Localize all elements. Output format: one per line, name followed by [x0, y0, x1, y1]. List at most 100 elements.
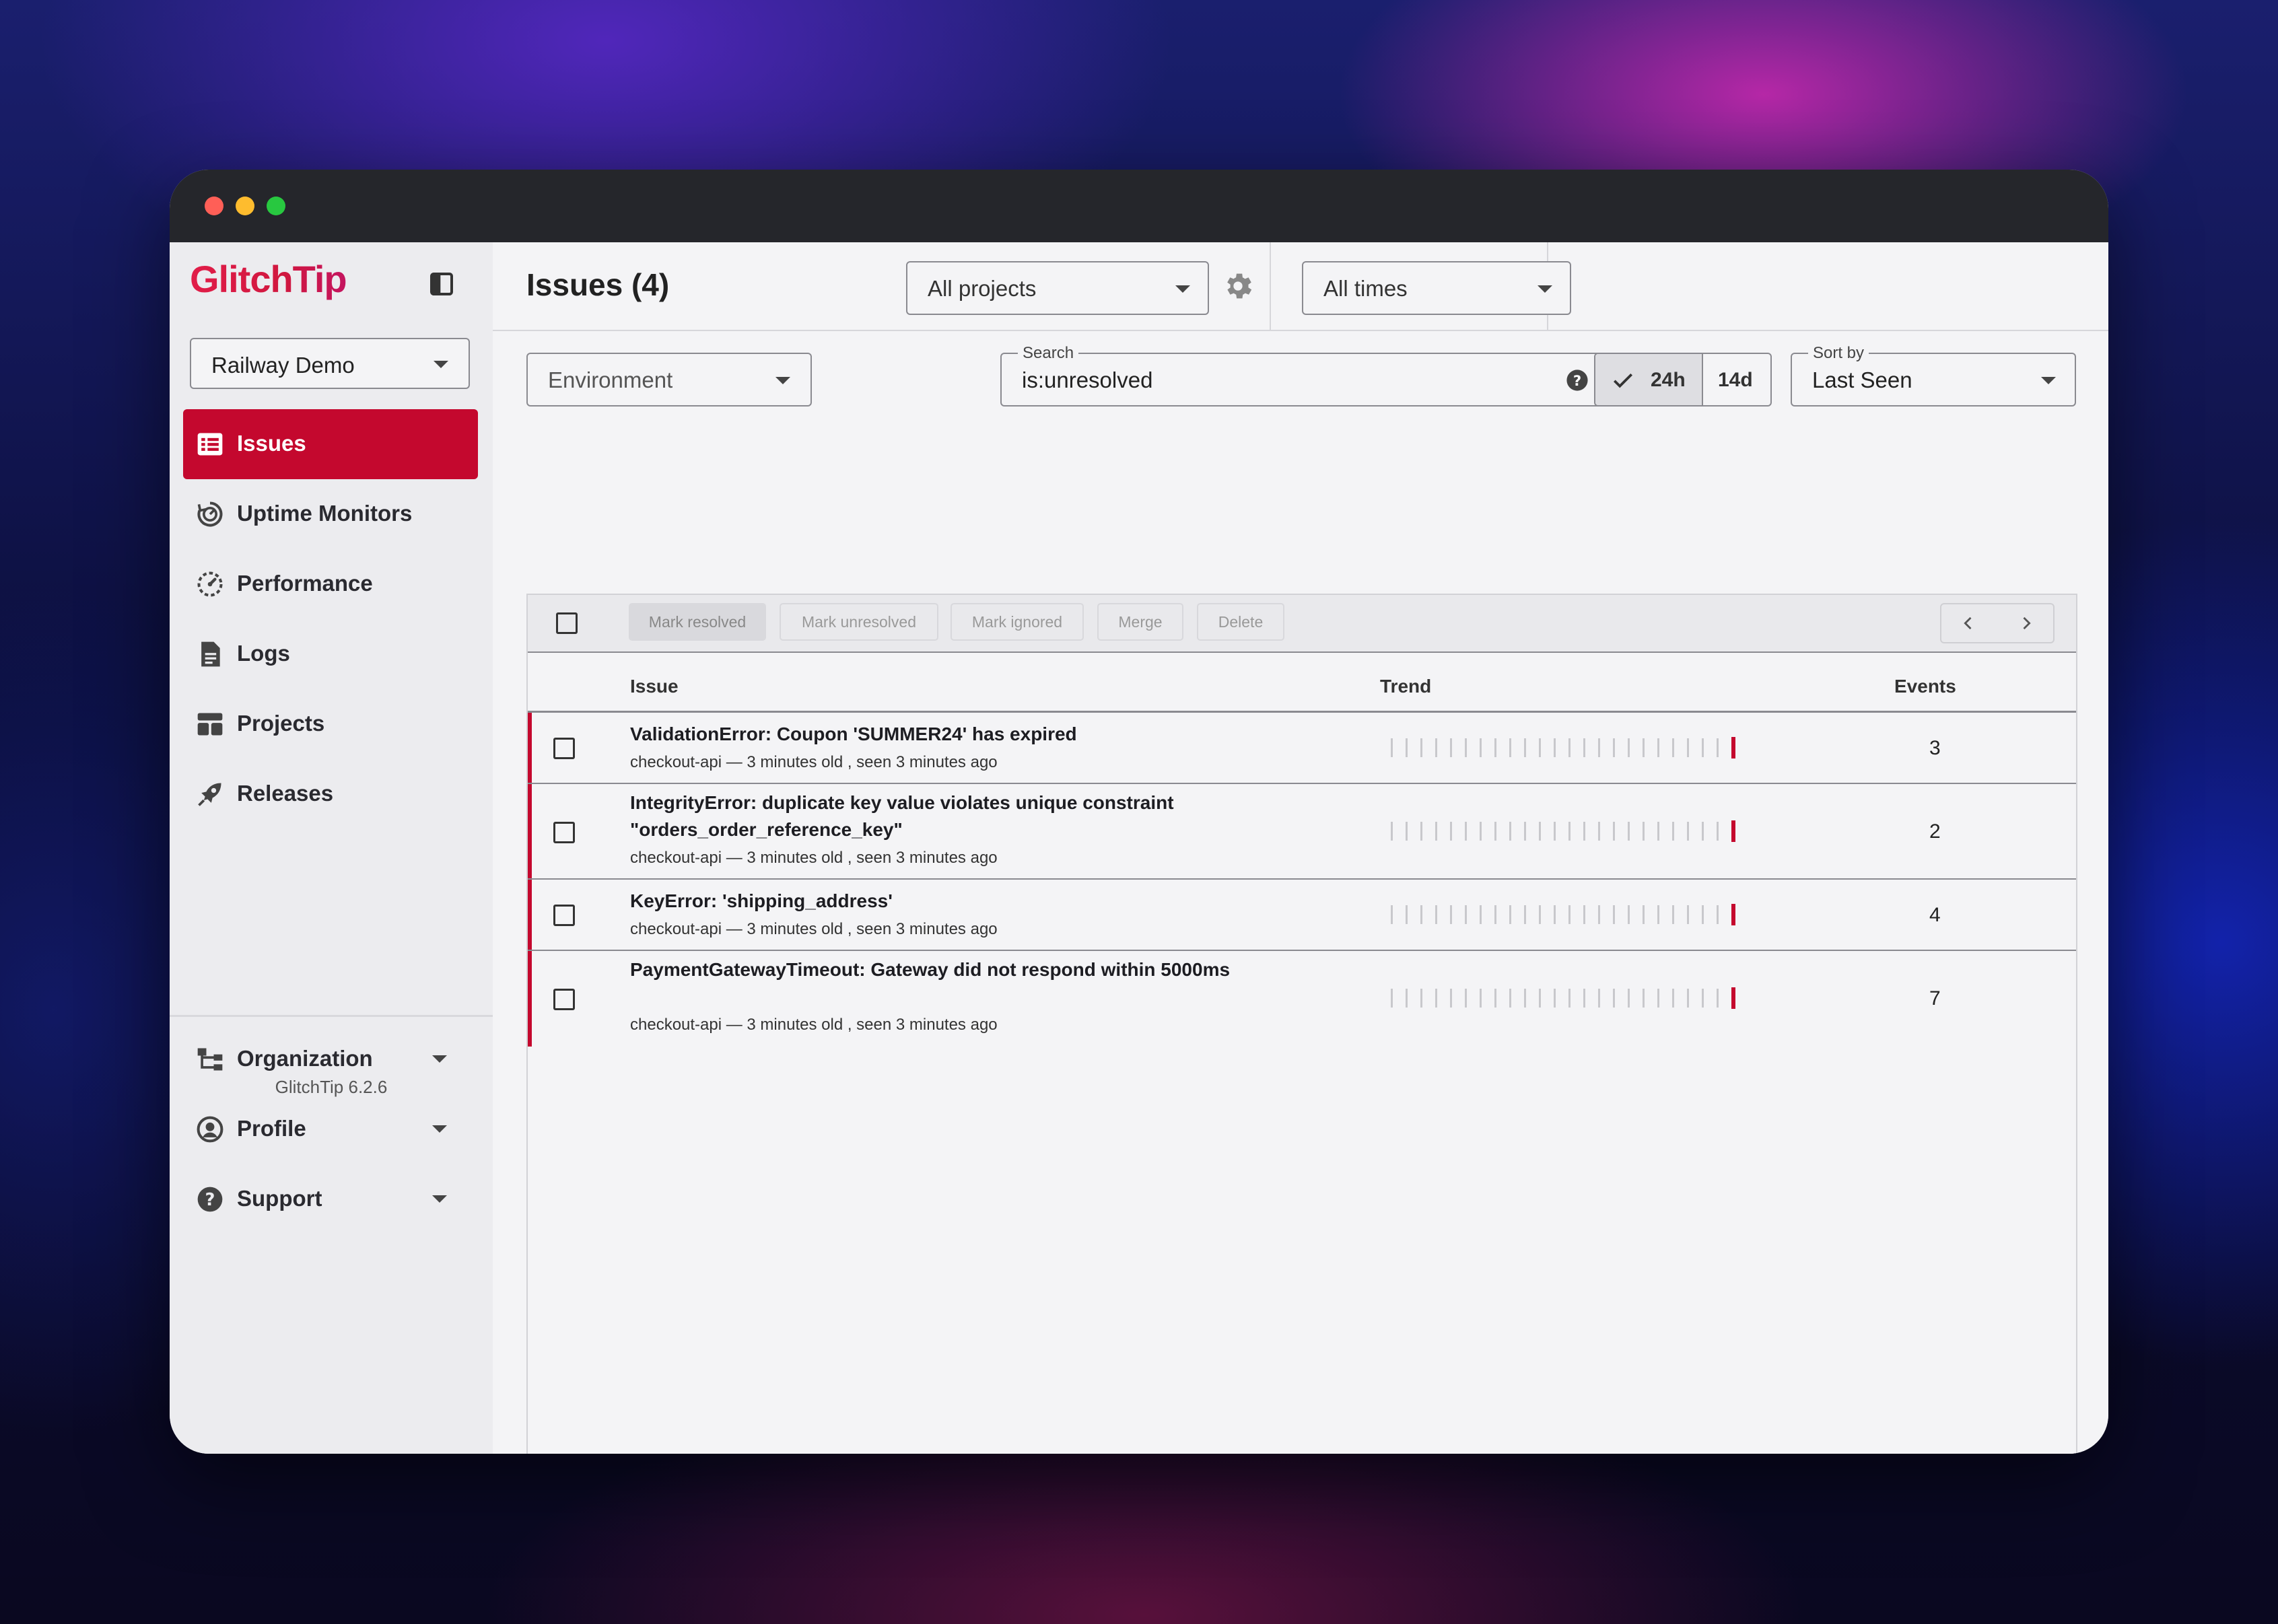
- project-select-value: All projects: [928, 276, 1037, 301]
- organization-select[interactable]: Railway Demo: [190, 338, 470, 389]
- sidebar-item-performance[interactable]: Performance: [183, 549, 478, 619]
- sidebar: GlitchTip Railway Demo Issues Uptime Mon…: [170, 242, 493, 1454]
- row-checkbox[interactable]: [553, 738, 575, 759]
- issues-table: Mark resolved Mark unresolved Mark ignor…: [526, 594, 2077, 1454]
- check-icon: [1613, 373, 1633, 388]
- mark-resolved-button[interactable]: Mark resolved: [629, 603, 766, 641]
- minimize-window-button[interactable]: [236, 197, 254, 215]
- search-field[interactable]: Search is:unresolved ?: [1000, 344, 1606, 407]
- table-row[interactable]: ValidationError: Coupon 'SUMMER24' has e…: [528, 713, 2076, 784]
- trend-bar: [1702, 905, 1704, 924]
- trend-bar-active: [1731, 904, 1735, 925]
- chevron-left-icon[interactable]: [1959, 614, 1978, 633]
- row-checkbox[interactable]: [553, 822, 575, 843]
- issue-meta: checkout-api — 3 minutes old , seen 3 mi…: [630, 920, 998, 938]
- sidebar-group-profile[interactable]: Profile: [183, 1094, 478, 1164]
- trend-bar: [1465, 822, 1467, 841]
- column-header-issue[interactable]: Issue: [630, 676, 679, 697]
- sidebar-item-label: Profile: [237, 1116, 306, 1141]
- range-24h-label: 24h: [1651, 369, 1686, 391]
- range-14d-button[interactable]: 14d: [1703, 354, 1770, 405]
- trend-bar: [1717, 738, 1719, 757]
- sidebar-item-logs[interactable]: Logs: [183, 619, 478, 689]
- sidebar-item-label: Releases: [237, 781, 334, 806]
- help-icon[interactable]: ?: [1566, 369, 1589, 392]
- range-24h-button[interactable]: 24h: [1595, 354, 1703, 405]
- sort-value: Last Seen: [1812, 367, 1912, 392]
- trend-sparkline: [1391, 820, 1735, 842]
- mark-unresolved-button[interactable]: Mark unresolved: [780, 603, 938, 641]
- chevron-down-icon: [434, 361, 448, 368]
- trend-bar: [1657, 905, 1659, 924]
- mark-ignored-button[interactable]: Mark ignored: [951, 603, 1084, 641]
- row-accent: [528, 880, 532, 950]
- trend-bar: [1465, 738, 1467, 757]
- sort-select[interactable]: Sort by Last Seen: [1791, 344, 2076, 407]
- trend-bar: [1435, 738, 1437, 757]
- trend-bar: [1494, 738, 1496, 757]
- sidebar-item-label: Projects: [237, 711, 325, 736]
- glitchtip-logo[interactable]: GlitchTip: [190, 257, 347, 301]
- trend-bar: [1613, 989, 1615, 1008]
- time-select[interactable]: All times: [1302, 261, 1571, 315]
- issue-meta: checkout-api — 3 minutes old , seen 3 mi…: [630, 753, 998, 771]
- table-row[interactable]: IntegrityError: duplicate key value viol…: [528, 784, 2076, 880]
- chevron-right-icon[interactable]: [2017, 614, 2036, 633]
- close-window-button[interactable]: [205, 197, 223, 215]
- trend-bar: [1391, 905, 1393, 924]
- trend-bar: [1391, 989, 1393, 1008]
- row-checkbox[interactable]: [553, 989, 575, 1010]
- trend-bar: [1524, 905, 1526, 924]
- time-select-value: All times: [1323, 276, 1408, 301]
- issue-meta: checkout-api — 3 minutes old , seen 3 mi…: [630, 849, 998, 867]
- table-row[interactable]: KeyError: 'shipping_address' checkout-ap…: [528, 880, 2076, 951]
- row-accent: [528, 713, 532, 783]
- table-row[interactable]: PaymentGatewayTimeout: Gateway did not r…: [528, 951, 2076, 1047]
- issue-title[interactable]: ValidationError: Coupon 'SUMMER24' has e…: [630, 721, 1236, 748]
- maximize-window-button[interactable]: [267, 197, 285, 215]
- trend-bar: [1717, 989, 1719, 1008]
- trend-bar: [1598, 989, 1600, 1008]
- project-select[interactable]: All projects: [906, 261, 1209, 315]
- search-input[interactable]: is:unresolved: [1022, 367, 1152, 393]
- trend-sparkline: [1391, 737, 1735, 758]
- sidebar-item-uptime-monitors[interactable]: Uptime Monitors: [183, 479, 478, 549]
- sidebar-item-label: Uptime Monitors: [237, 501, 413, 526]
- chevron-down-icon: [2041, 377, 2056, 384]
- trend-bar: [1391, 822, 1393, 841]
- trend-bar: [1420, 989, 1422, 1008]
- app-version: GlitchTip 6.2.6: [275, 1077, 388, 1097]
- sidebar-collapse-icon[interactable]: [428, 271, 455, 297]
- sidebar-group-support[interactable]: ? Support: [183, 1164, 478, 1234]
- column-header-trend: Trend: [1380, 676, 1432, 697]
- sidebar-item-issues[interactable]: Issues: [183, 409, 478, 479]
- sidebar-item-releases[interactable]: Releases: [183, 759, 478, 829]
- trend-sparkline: [1391, 904, 1735, 925]
- issue-title[interactable]: IntegrityError: duplicate key value viol…: [630, 789, 1236, 843]
- pagination: [1940, 603, 2055, 643]
- issue-title[interactable]: PaymentGatewayTimeout: Gateway did not r…: [630, 956, 1236, 983]
- sort-label: Sort by: [1808, 344, 1869, 363]
- merge-button[interactable]: Merge: [1097, 603, 1183, 641]
- select-all-checkbox[interactable]: [556, 612, 578, 634]
- trend-bar: [1509, 905, 1511, 924]
- gear-icon[interactable]: [1221, 269, 1255, 303]
- trend-bar: [1480, 822, 1482, 841]
- time-range-toggle: 24h 14d: [1594, 353, 1772, 407]
- issues-icon: [197, 433, 223, 456]
- releases-icon: [198, 783, 221, 806]
- delete-button[interactable]: Delete: [1197, 603, 1284, 641]
- trend-bar: [1613, 738, 1615, 757]
- sidebar-item-projects[interactable]: Projects: [183, 689, 478, 759]
- chevron-down-icon: [1175, 285, 1190, 293]
- column-header-events[interactable]: Events: [1894, 676, 1956, 697]
- row-accent: [528, 951, 532, 1047]
- environment-select[interactable]: Environment: [526, 353, 812, 407]
- row-checkbox[interactable]: [553, 905, 575, 926]
- trend-bar: [1450, 905, 1452, 924]
- trend-bar: [1598, 822, 1600, 841]
- chevron-down-icon: [432, 1195, 447, 1203]
- issue-title[interactable]: KeyError: 'shipping_address': [630, 888, 1236, 915]
- trend-bar: [1509, 989, 1511, 1008]
- trend-bar: [1554, 905, 1556, 924]
